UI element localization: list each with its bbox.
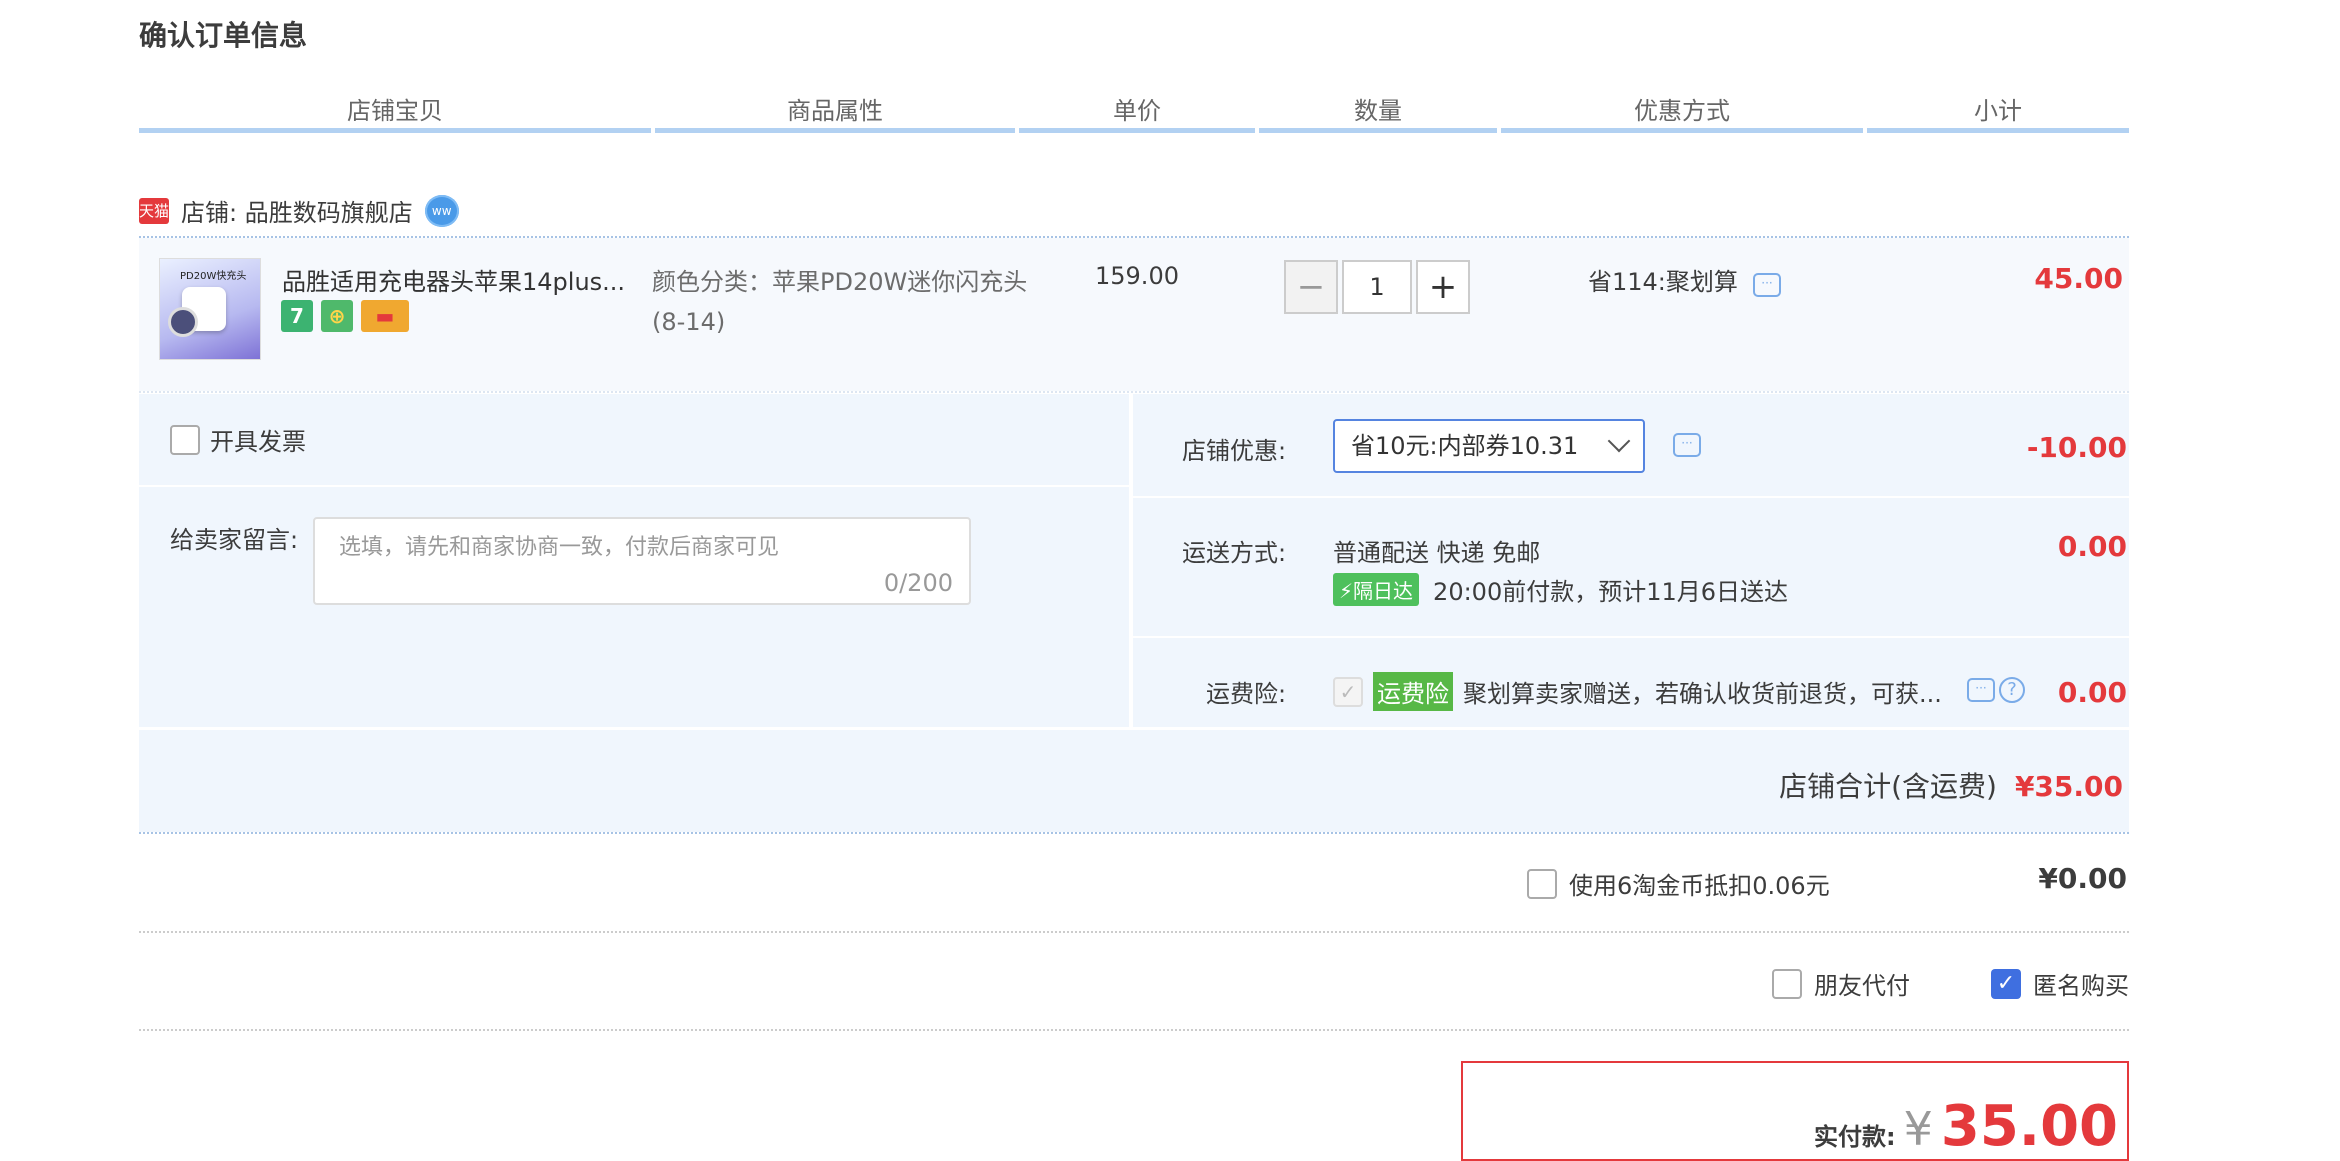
shop-name-link[interactable]: 店铺: 品胜数码旗舰店 bbox=[181, 193, 413, 228]
coupon-info-icon[interactable]: ··· bbox=[1673, 433, 1701, 457]
product-attributes: 颜色分类：苹果PD20W迷你闪充头(8-14) bbox=[652, 268, 1028, 336]
order-item-row bbox=[139, 238, 2129, 391]
credit-card-icon[interactable]: ▬ bbox=[361, 300, 409, 332]
store-discount-amount: -10.00 bbox=[2026, 431, 2127, 464]
quantity-stepper: − 1 + bbox=[1284, 260, 1470, 314]
divider bbox=[139, 931, 2129, 933]
guarantee-icon[interactable]: ⊕ bbox=[321, 300, 353, 332]
store-coupon-select[interactable]: 省10元:内部券10.31 bbox=[1333, 419, 1645, 473]
col-header-attributes: 商品属性 bbox=[655, 93, 1015, 133]
insurance-amount: 0.00 bbox=[2057, 676, 2127, 709]
invoice-option: 开具发票 bbox=[170, 422, 306, 457]
shop-total-amount: ¥35.00 bbox=[2014, 770, 2123, 803]
shipping-label: 运送方式: bbox=[1182, 539, 1287, 567]
insurance-tag: 运费险 bbox=[1373, 672, 1453, 711]
help-icon[interactable]: ? bbox=[1999, 677, 2025, 703]
insurance-label: 运费险: bbox=[1206, 680, 1287, 708]
insurance-description: 聚划算卖家赠送，若确认收货前退货，可获... bbox=[1463, 680, 1942, 708]
chevron-down-icon bbox=[1607, 429, 1631, 453]
store-discount-label: 店铺优惠: bbox=[1182, 437, 1287, 465]
discount-info-icon[interactable]: ··· bbox=[1753, 273, 1781, 297]
product-name-link[interactable]: 品胜适用充电器头苹果14plus... bbox=[282, 262, 625, 297]
shop-total-label: 店铺合计(含运费) bbox=[1779, 770, 1997, 803]
product-thumbnail[interactable]: PD20W快充头 bbox=[159, 258, 261, 360]
invoice-label: 开具发票 bbox=[210, 428, 306, 456]
shop-row: 天猫 店铺: 品胜数码旗舰店 ww bbox=[139, 188, 459, 233]
col-header-discount: 优惠方式 bbox=[1501, 93, 1863, 133]
divider bbox=[139, 832, 2129, 834]
service-badges: 7 ⊕ ▬ bbox=[281, 300, 409, 332]
col-header-unit-price: 单价 bbox=[1019, 93, 1255, 133]
store-coupon-selected: 省10元:内部券10.31 bbox=[1351, 432, 1579, 460]
seller-message-placeholder: 选填，请先和商家协商一致，付款后商家可见 bbox=[339, 535, 780, 560]
divider bbox=[1133, 496, 2129, 498]
insurance-chat-icon[interactable]: ··· bbox=[1967, 678, 1995, 702]
shop-total: 店铺合计(含运费) ¥35.00 bbox=[1779, 765, 2123, 805]
invoice-checkbox[interactable] bbox=[170, 424, 200, 455]
shipping-eta-text: 20:00前付款，预计11月6日送达 bbox=[1433, 578, 1789, 606]
divider bbox=[1133, 636, 2129, 638]
item-discount-label: 省114:聚划算 bbox=[1588, 268, 1738, 296]
actual-payment: 实付款: ¥ 35.00 bbox=[1814, 1094, 2118, 1159]
divider bbox=[139, 485, 1129, 487]
quantity-input[interactable]: 1 bbox=[1342, 260, 1412, 314]
phone-camera-image bbox=[168, 307, 198, 337]
col-header-subtotal: 小计 bbox=[1867, 93, 2129, 133]
anonymous-option: ✓ 匿名购买 bbox=[1991, 966, 2129, 1001]
quantity-decrease-button[interactable]: − bbox=[1284, 260, 1338, 314]
seller-message-input[interactable]: 选填，请先和商家协商一致，付款后商家可见 0/200 bbox=[313, 517, 971, 605]
actual-payment-label: 实付款: bbox=[1813, 1123, 1896, 1151]
col-header-shop-item: 店铺宝贝 bbox=[139, 93, 651, 133]
taojinbi-option: 使用6淘金币抵扣0.06元 bbox=[1527, 866, 1830, 901]
item-subtotal: 45.00 bbox=[2034, 262, 2123, 295]
insurance-checkbox[interactable]: ✓ bbox=[1333, 676, 1363, 707]
page-title: 确认订单信息 bbox=[139, 19, 308, 52]
shipping-amount: 0.00 bbox=[2057, 530, 2127, 563]
friend-pay-option: 朋友代付 bbox=[1772, 966, 1910, 1001]
insurance-option: ✓ 运费险 聚划算卖家赠送，若确认收货前退货，可获... bbox=[1333, 672, 1942, 711]
shipping-eta: ⚡隔日达 20:00前付款，预计11月6日送达 bbox=[1333, 572, 1788, 607]
anonymous-checkbox[interactable]: ✓ bbox=[1991, 968, 2021, 999]
wangwang-chat-icon[interactable]: ww bbox=[424, 194, 459, 227]
actual-payment-amount: 35.00 bbox=[1940, 1094, 2118, 1159]
thumbnail-caption: PD20W快充头 bbox=[180, 271, 247, 282]
seller-message-label: 给卖家留言: bbox=[170, 526, 299, 554]
taojinbi-label: 使用6淘金币抵扣0.06元 bbox=[1569, 872, 1830, 900]
friend-pay-checkbox[interactable] bbox=[1772, 968, 1802, 999]
anonymous-label: 匿名购买 bbox=[2033, 972, 2129, 1000]
col-header-quantity: 数量 bbox=[1259, 93, 1497, 133]
taojinbi-amount: ¥0.00 bbox=[2038, 862, 2127, 895]
shipping-method: 普通配送 快递 免邮 bbox=[1333, 539, 1541, 567]
unit-price: 159.00 bbox=[1095, 262, 1179, 290]
friend-pay-label: 朋友代付 bbox=[1814, 972, 1910, 1000]
next-day-badge: ⚡隔日达 bbox=[1333, 573, 1420, 606]
tmall-logo: 天猫 bbox=[139, 197, 169, 224]
divider bbox=[139, 1029, 2129, 1031]
seven-day-return-icon[interactable]: 7 bbox=[281, 300, 313, 332]
seller-message-counter: 0/200 bbox=[883, 569, 953, 597]
quantity-increase-button[interactable]: + bbox=[1416, 260, 1470, 314]
taojinbi-checkbox[interactable] bbox=[1527, 868, 1557, 899]
currency-symbol: ¥ bbox=[1903, 1102, 1933, 1156]
divider bbox=[139, 391, 2129, 393]
